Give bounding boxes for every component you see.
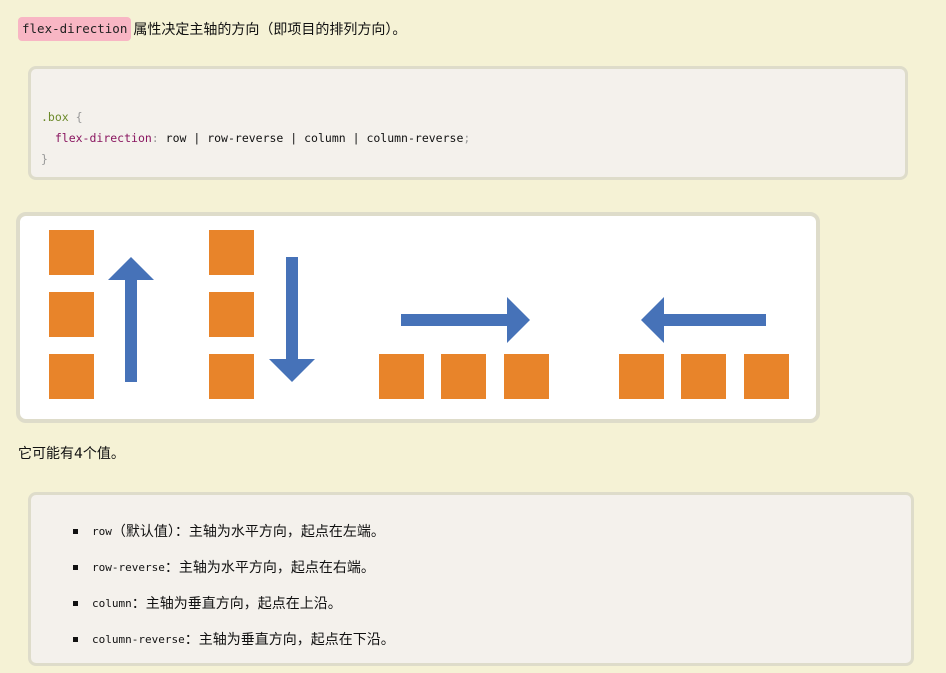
list-item-text: ：主轴为垂直方向，起点在下沿。: [184, 632, 395, 648]
intro-paragraph: flex-direction 属性决定主轴的方向（即项目的排列方向）。: [18, 15, 406, 43]
flex-direction-diagram: [16, 212, 820, 423]
bullet-icon: [73, 528, 78, 534]
values-list: row （默认值）：主轴为水平方向，起点在左端。 row-reverse ：主轴…: [73, 513, 395, 657]
code-semicolon: ;: [463, 131, 471, 145]
col-reverse-box-3: [49, 354, 94, 399]
list-item: column-reverse ：主轴为垂直方向，起点在下沿。: [73, 621, 395, 657]
col-box-2: [209, 292, 254, 337]
col-box-1: [209, 230, 254, 275]
code-property: flex-direction: [54, 131, 152, 145]
arrow-up-icon: [108, 257, 154, 382]
row-reverse-box-2: [681, 354, 726, 399]
row-box-3: [504, 354, 549, 399]
list-item-text: ：主轴为垂直方向，起点在上沿。: [131, 596, 342, 612]
code-open-brace: {: [68, 110, 83, 124]
list-item-code: row: [92, 524, 112, 538]
arrow-left-icon: [641, 297, 766, 343]
list-item: row （默认值）：主轴为水平方向，起点在左端。: [73, 513, 395, 549]
bullet-icon: [73, 564, 78, 570]
code-line-1: .box {: [41, 107, 470, 128]
list-item-code: row-reverse: [92, 560, 165, 574]
bullet-icon: [73, 636, 78, 642]
list-item: row-reverse ：主轴为水平方向，起点在右端。: [73, 549, 395, 585]
list-item-code: column-reverse: [92, 632, 185, 646]
diagram-svg: [49, 230, 789, 399]
code-selector: .box: [41, 110, 69, 124]
code-line-2: flex-direction: row | row-reverse | colu…: [41, 128, 470, 149]
col-box-3: [209, 354, 254, 399]
inline-code-flex-direction: flex-direction: [18, 17, 132, 41]
intro-text: 属性决定主轴的方向（即项目的排列方向）。: [133, 22, 407, 38]
list-item: column ：主轴为垂直方向，起点在上沿。: [73, 585, 395, 621]
col-reverse-box-2: [49, 292, 94, 337]
row-box-2: [441, 354, 486, 399]
values-list-block: row （默认值）：主轴为水平方向，起点在左端。 row-reverse ：主轴…: [28, 492, 914, 666]
list-item-text: ：主轴为水平方向，起点在右端。: [164, 560, 375, 576]
values-count-text: 它可能有4个值。: [18, 446, 125, 462]
code-block: .box { flex-direction: row | row-reverse…: [28, 66, 908, 180]
arrow-down-icon: [269, 257, 315, 382]
code-values: row | row-reverse | column | column-reve…: [158, 131, 464, 145]
row-box-1: [379, 354, 424, 399]
code-colon: :: [151, 131, 159, 145]
row-reverse-box-1: [619, 354, 664, 399]
col-reverse-box-1: [49, 230, 94, 275]
arrow-right-icon: [401, 297, 530, 343]
list-item-text: （默认值）：主轴为水平方向，起点在左端。: [111, 524, 385, 540]
bullet-icon: [73, 600, 78, 606]
row-reverse-box-3: [744, 354, 789, 399]
code-lines: .box { flex-direction: row | row-reverse…: [41, 107, 470, 170]
code-close-brace: }: [41, 152, 48, 166]
list-item-code: column: [92, 596, 132, 610]
